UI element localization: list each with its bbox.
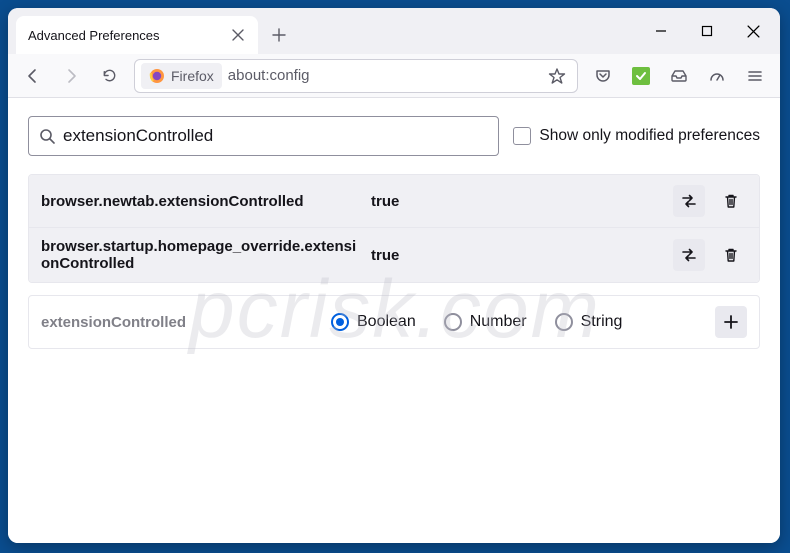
radio-icon — [555, 313, 573, 331]
type-radios: Boolean Number String — [331, 313, 715, 331]
delete-button[interactable] — [715, 185, 747, 217]
pocket-icon[interactable] — [586, 59, 620, 93]
pref-row[interactable]: browser.newtab.extensionControlled true — [29, 175, 759, 228]
pref-actions — [673, 239, 747, 271]
forward-button[interactable] — [54, 59, 88, 93]
show-only-modified-label: Show only modified preferences — [539, 127, 760, 145]
close-window-button[interactable] — [730, 8, 776, 54]
browser-window: Advanced Preferences — [8, 8, 780, 543]
pref-row[interactable]: browser.startup.homepage_override.extens… — [29, 228, 759, 282]
delete-button[interactable] — [715, 239, 747, 271]
pref-name: browser.startup.homepage_override.extens… — [41, 238, 371, 272]
about-config-content: Show only modified preferences browser.n… — [8, 98, 780, 543]
new-pref-name: extensionControlled — [41, 314, 331, 331]
new-pref-row: extensionControlled Boolean Number Strin… — [28, 295, 760, 349]
search-row: Show only modified preferences — [28, 116, 760, 156]
tab-title: Advanced Preferences — [28, 28, 230, 43]
pref-value: true — [371, 247, 673, 264]
tabs-area: Advanced Preferences — [16, 8, 638, 54]
toggle-button[interactable] — [673, 185, 705, 217]
reload-button[interactable] — [92, 59, 126, 93]
radio-string[interactable]: String — [555, 313, 623, 331]
window-controls — [638, 8, 780, 54]
pref-name: browser.newtab.extensionControlled — [41, 193, 371, 210]
inbox-icon[interactable] — [662, 59, 696, 93]
gauge-icon[interactable] — [700, 59, 734, 93]
firefox-icon — [149, 68, 165, 84]
bookmark-star-icon[interactable] — [543, 62, 571, 90]
radio-icon — [444, 313, 462, 331]
url-bar[interactable]: Firefox — [134, 59, 578, 93]
maximize-button[interactable] — [684, 8, 730, 54]
radio-number[interactable]: Number — [444, 313, 527, 331]
pref-value: true — [371, 193, 673, 210]
add-button[interactable] — [715, 306, 747, 338]
radio-boolean[interactable]: Boolean — [331, 313, 416, 331]
radio-label: String — [581, 313, 623, 331]
back-button[interactable] — [16, 59, 50, 93]
tab-advanced-prefs[interactable]: Advanced Preferences — [16, 16, 258, 54]
radio-icon — [331, 313, 349, 331]
new-tab-button[interactable] — [264, 20, 294, 50]
nav-toolbar: Firefox — [8, 54, 780, 98]
show-only-modified-checkbox[interactable]: Show only modified preferences — [513, 127, 760, 145]
toggle-button[interactable] — [673, 239, 705, 271]
menu-icon[interactable] — [738, 59, 772, 93]
close-icon[interactable] — [230, 27, 246, 43]
identity-label: Firefox — [171, 68, 214, 84]
search-box[interactable] — [28, 116, 499, 156]
extension-icon[interactable] — [624, 59, 658, 93]
minimize-button[interactable] — [638, 8, 684, 54]
radio-label: Boolean — [357, 313, 416, 331]
search-icon — [39, 128, 55, 144]
preferences-list: browser.newtab.extensionControlled true … — [28, 174, 760, 283]
checkbox-icon — [513, 127, 531, 145]
titlebar: Advanced Preferences — [8, 8, 780, 54]
radio-label: Number — [470, 313, 527, 331]
identity-box[interactable]: Firefox — [141, 63, 222, 89]
pref-actions — [673, 185, 747, 217]
search-input[interactable] — [63, 126, 488, 146]
url-input[interactable] — [228, 67, 537, 84]
